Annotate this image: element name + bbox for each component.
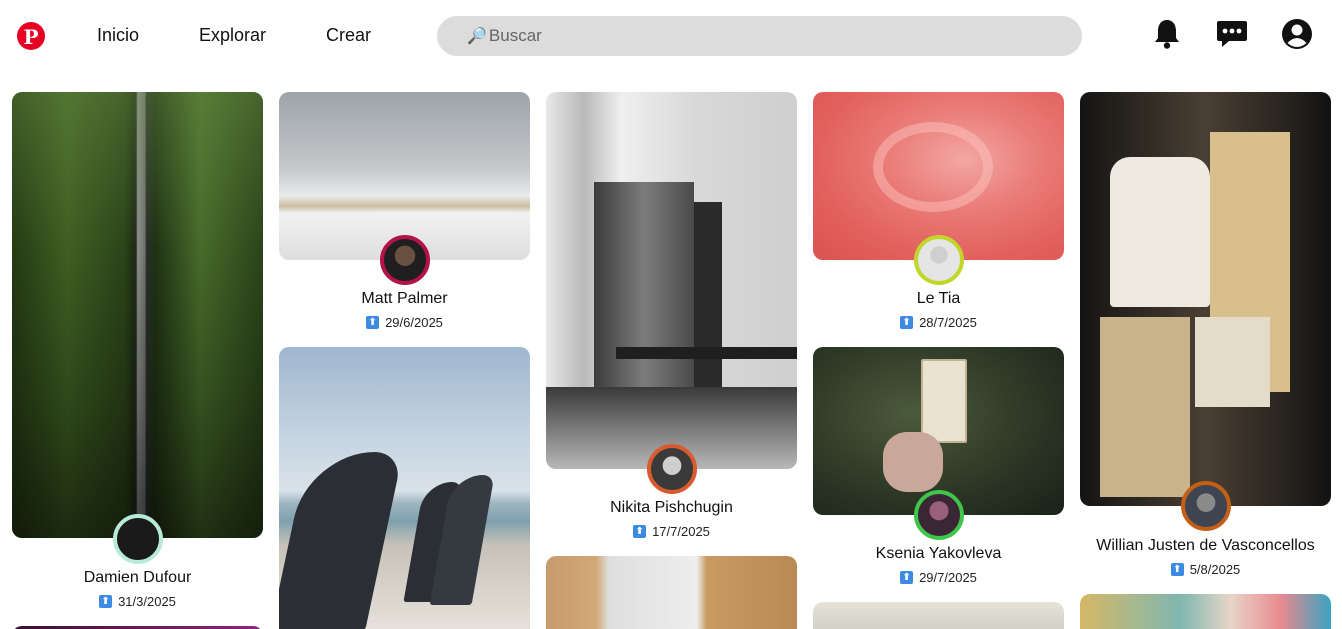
upload-date-text: 17/7/2025	[652, 524, 710, 539]
author-name[interactable]: Matt Palmer	[279, 290, 530, 308]
author-name[interactable]: Willian Justen de Vasconcellos	[1080, 537, 1331, 555]
pin-image[interactable]	[546, 92, 797, 469]
author-avatar[interactable]	[647, 444, 697, 494]
upload-icon: ⬆	[366, 316, 380, 329]
logo-letter: P	[23, 24, 39, 49]
nav-crear[interactable]: Crear	[326, 25, 371, 46]
pin-image[interactable]	[12, 92, 263, 538]
author-avatar[interactable]	[380, 235, 430, 285]
author-name[interactable]: Damien Dufour	[12, 569, 263, 587]
chat-icon[interactable]	[1215, 17, 1249, 51]
account-icon[interactable]	[1280, 17, 1314, 51]
author-name[interactable]: Le Tia	[813, 290, 1064, 308]
upload-icon: ⬆	[633, 525, 647, 538]
pinterest-logo[interactable]: P	[17, 22, 45, 50]
search-input[interactable]: 🔎 Buscar	[437, 16, 1082, 56]
nav-explorar[interactable]: Explorar	[199, 25, 266, 46]
search-icon: 🔎	[467, 28, 487, 45]
pin-image[interactable]	[813, 602, 1064, 629]
pin-image[interactable]	[279, 347, 530, 629]
search-placeholder: Buscar	[488, 26, 542, 45]
upload-date: ⬆ 28/7/2025	[813, 315, 1064, 330]
upload-date-text: 28/7/2025	[919, 315, 977, 330]
upload-icon: ⬆	[900, 571, 914, 584]
upload-icon: ⬆	[99, 595, 113, 608]
author-name[interactable]: Nikita Pishchugin	[546, 499, 797, 517]
author-avatar[interactable]	[1181, 481, 1231, 531]
author-avatar[interactable]	[914, 490, 964, 540]
upload-date: ⬆ 29/6/2025	[279, 315, 530, 330]
upload-date-text: 29/6/2025	[385, 315, 443, 330]
author-name[interactable]: Ksenia Yakovleva	[813, 545, 1064, 563]
upload-date-text: 31/3/2025	[118, 594, 176, 609]
upload-date-text: 5/8/2025	[1189, 562, 1241, 577]
bell-icon[interactable]	[1150, 17, 1184, 51]
top-bar: P Inicio Explorar Crear 🔎 Buscar	[0, 0, 1342, 72]
nav-inicio[interactable]: Inicio	[97, 25, 139, 46]
author-avatar[interactable]	[113, 514, 163, 564]
upload-date-text: 29/7/2025	[919, 570, 977, 585]
upload-icon: ⬆	[1170, 563, 1184, 576]
upload-date: ⬆ 17/7/2025	[546, 524, 797, 539]
pin-image[interactable]	[546, 556, 797, 629]
upload-date: ⬆ 5/8/2025	[1080, 562, 1331, 577]
upload-icon: ⬆	[900, 316, 914, 329]
author-avatar[interactable]	[914, 235, 964, 285]
upload-date: ⬆ 31/3/2025	[12, 594, 263, 609]
pin-image[interactable]	[1080, 92, 1331, 506]
upload-date: ⬆ 29/7/2025	[813, 570, 1064, 585]
pin-image[interactable]	[1080, 594, 1331, 629]
